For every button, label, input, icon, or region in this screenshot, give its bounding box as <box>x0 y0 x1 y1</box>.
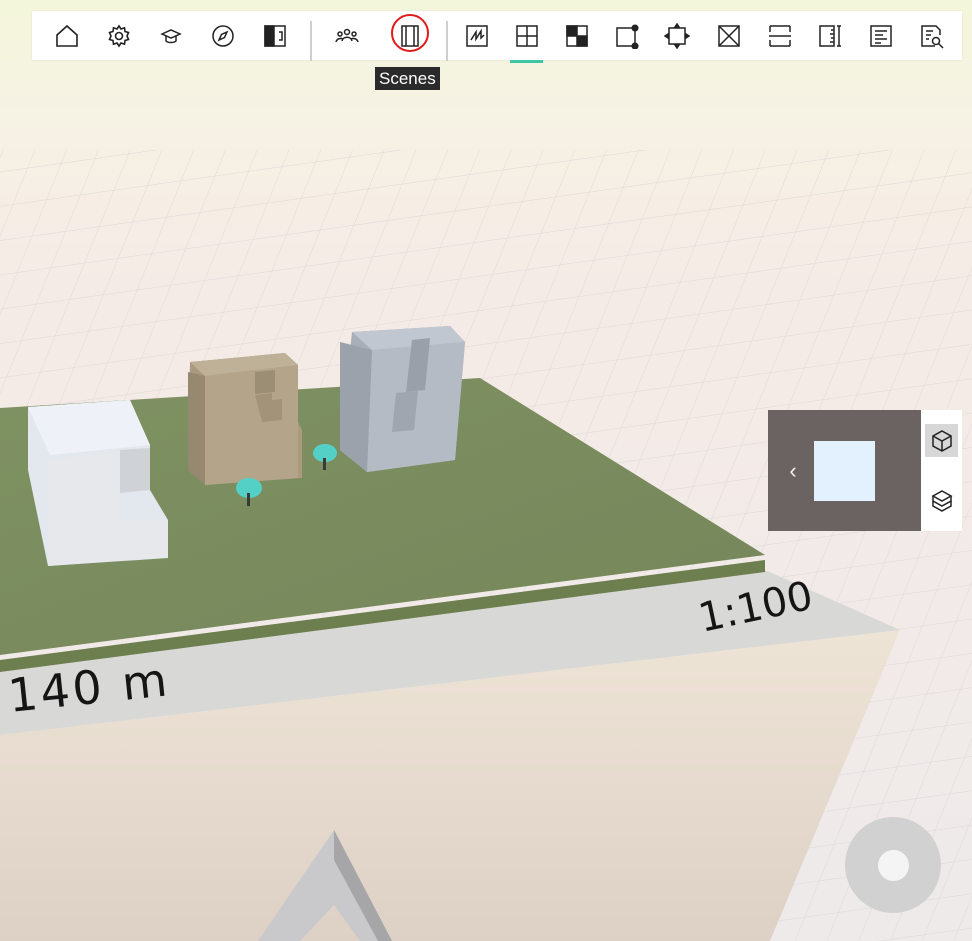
cube-3d-icon <box>931 429 952 452</box>
collapse-view-button[interactable]: ‹ <box>780 456 806 486</box>
materials-button[interactable] <box>552 11 602 60</box>
section-button[interactable] <box>755 11 805 60</box>
draw-plan-button[interactable] <box>502 11 552 60</box>
people-icon <box>335 28 359 42</box>
transform-icon <box>664 22 690 49</box>
collaborate-button[interactable] <box>322 11 372 60</box>
horizontal-section-icon <box>769 24 791 47</box>
navigation-joystick[interactable] <box>845 817 941 913</box>
layers-view-button[interactable] <box>925 484 958 517</box>
measure-button[interactable] <box>805 11 855 60</box>
scenes-tooltip: Scenes <box>375 67 440 90</box>
draw-plan-icon <box>516 24 538 47</box>
analyze-button[interactable] <box>907 11 957 60</box>
chevron-left-icon: ‹ <box>789 458 797 483</box>
main-toolbar <box>32 11 962 63</box>
report-button[interactable] <box>856 11 906 60</box>
scenes-icon <box>401 24 419 47</box>
split-view-button[interactable] <box>250 11 300 60</box>
learn-button[interactable] <box>146 11 196 60</box>
settings-button[interactable] <box>94 11 144 60</box>
view-preview-area: ‹ <box>768 410 921 531</box>
split-view-icon <box>264 24 286 47</box>
active-tool-indicator <box>510 60 543 63</box>
report-icon <box>870 24 892 47</box>
remove-box-icon <box>718 24 740 47</box>
gear-icon <box>108 24 130 47</box>
select-shape-icon <box>616 23 639 49</box>
toolbar-separator <box>310 21 312 61</box>
layers-icon <box>930 489 953 512</box>
select-shape-button[interactable] <box>602 11 652 60</box>
building-brown <box>188 353 302 485</box>
3d-view-button[interactable] <box>925 424 958 457</box>
remove-button[interactable] <box>704 11 754 60</box>
sketch-icon <box>466 24 488 47</box>
navigate-button[interactable] <box>198 11 248 60</box>
building-grey <box>340 326 465 472</box>
view-mode-sidebar <box>921 410 962 531</box>
sketch-button[interactable] <box>452 11 502 60</box>
graduation-cap-icon <box>160 28 182 43</box>
measure-icon <box>819 24 841 47</box>
joystick-knob[interactable] <box>878 850 909 881</box>
toolbar-separator <box>446 21 448 61</box>
home-icon <box>56 24 78 47</box>
compass-icon <box>212 24 234 47</box>
home-button[interactable] <box>42 11 92 60</box>
transform-button[interactable] <box>652 11 702 60</box>
analyze-icon <box>921 24 944 49</box>
view-selector-panel: ‹ <box>768 410 962 531</box>
checkerboard-icon <box>566 24 588 47</box>
scenes-button[interactable] <box>385 11 435 60</box>
view-thumbnail[interactable] <box>814 441 875 501</box>
